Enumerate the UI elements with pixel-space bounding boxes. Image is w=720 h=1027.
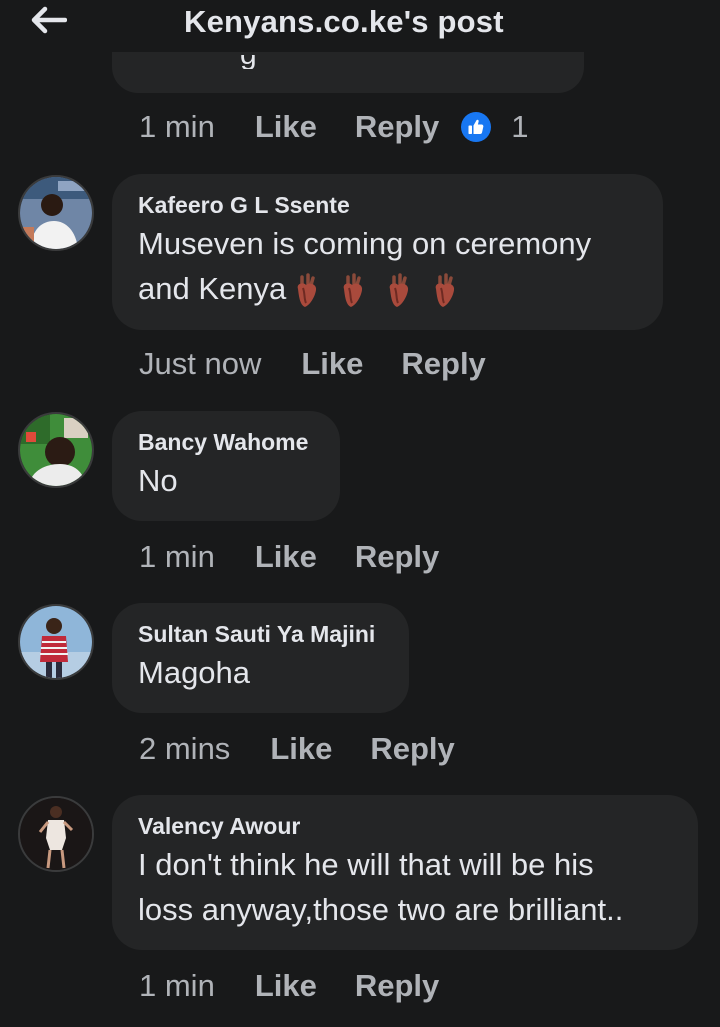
reply-button[interactable]: Reply [355,109,439,145]
like-button[interactable]: Like [301,346,363,382]
top-bar: Kenyans.co.ke's post [0,0,720,52]
comment-author[interactable]: Valency Awour [138,813,672,839]
comment-author[interactable]: Kafeero G L Ssente [138,192,637,218]
comment-text-line: Museven is coming on ceremony [138,226,592,261]
comment-time[interactable]: Just now [139,346,261,382]
comment-bubble[interactable]: Kafeero G L Ssente Museven is coming on … [112,174,663,330]
comment-author[interactable]: Sultan Sauti Ya Majini [138,621,383,647]
comment-text: Magoha [138,655,251,690]
avatar[interactable] [18,604,94,680]
comment-text-line: I don't think he will that will be his [138,847,594,882]
comment-time[interactable]: 1 min [139,109,215,145]
thumbs-up-icon [461,112,492,142]
like-button[interactable]: Like [255,968,317,1004]
comment-text: No [138,463,178,498]
comment-bubble[interactable]: Sultan Sauti Ya Majini Magoha [112,603,409,713]
anatomical-heart-icon [435,273,455,307]
comment-text-line2: and Kenya [138,271,287,306]
avatar[interactable] [18,412,94,488]
avatar[interactable] [18,796,94,872]
comment-time[interactable]: 1 min [139,539,215,575]
avatar[interactable] [18,175,94,251]
comment-actions: 1 min Like Reply [139,966,439,1006]
previous-comment-actions: 1 min Like Reply 1 [139,107,529,147]
comment-bubble[interactable]: Valency Awour I don't think he will that… [112,795,698,950]
like-button[interactable]: Like [255,539,317,575]
reply-button[interactable]: Reply [355,539,439,575]
anatomical-heart-icon [343,273,363,307]
comment-actions: 1 min Like Reply [139,537,439,577]
reply-button[interactable]: Reply [370,731,454,767]
arrow-left-icon [31,6,67,34]
reply-button[interactable]: Reply [355,968,439,1004]
back-button[interactable] [26,2,70,38]
comment-text: I don't think he will that will be his l… [138,842,672,932]
comment-time[interactable]: 2 mins [139,731,230,767]
comment-text-line: loss anyway,those two are brilliant.. [138,892,624,927]
page-title: Kenyans.co.ke's post [184,4,504,39]
like-button[interactable]: Like [255,109,317,145]
comment-text: Museven is coming on ceremony and Kenya [138,221,637,311]
anatomical-heart-icon [297,273,317,307]
comment-bubble[interactable]: Bancy Wahome No [112,411,340,521]
anatomical-heart-icon [389,273,409,307]
comment-author[interactable]: Bancy Wahome [138,429,314,455]
comment-actions: 2 mins Like Reply [139,729,455,769]
like-button[interactable]: Like [270,731,332,767]
comment-actions: Just now Like Reply [139,344,486,384]
previous-comment-text-fragment: g [240,55,256,69]
comment-text-line: and Kenya [138,266,637,311]
comment-time[interactable]: 1 min [139,968,215,1004]
reaction-count: 1 [511,109,529,144]
emoji-row [292,273,476,309]
reaction-summary[interactable]: 1 [461,109,529,145]
reply-button[interactable]: Reply [401,346,485,382]
